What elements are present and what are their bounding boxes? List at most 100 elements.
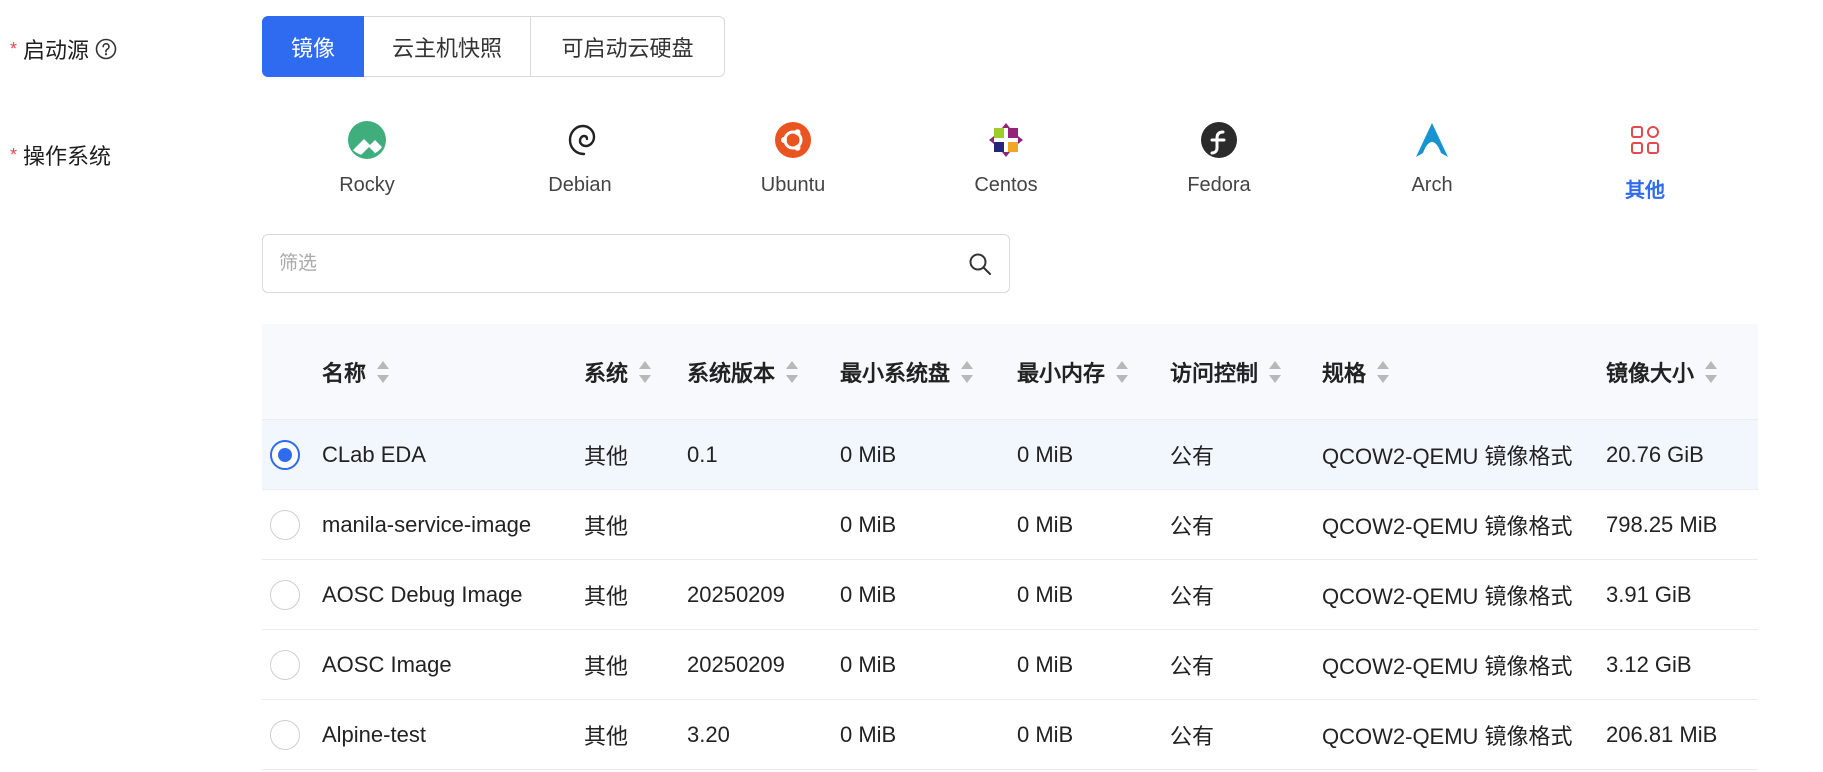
- rocky-logo-icon: [345, 118, 389, 162]
- cell-min-memory: 0 MiB: [1017, 512, 1074, 537]
- cell-min-memory: 0 MiB: [1017, 442, 1074, 467]
- cell-size: 206.81 MiB: [1606, 722, 1718, 747]
- cell-format: QCOW2-QEMU 镜像格式: [1322, 444, 1573, 469]
- cell-access: 公有: [1170, 444, 1215, 469]
- column-header-access[interactable]: 访问控制: [1170, 324, 1282, 420]
- sort-icon[interactable]: [1115, 359, 1129, 385]
- column-header-min-memory[interactable]: 最小内存: [1017, 324, 1129, 420]
- cell-format: QCOW2-QEMU 镜像格式: [1322, 654, 1573, 679]
- os-item-rocky[interactable]: Rocky: [287, 118, 447, 197]
- os-name: 其他: [1625, 180, 1665, 202]
- arch-logo-icon: [1410, 118, 1454, 162]
- os-item-centos[interactable]: Centos: [926, 118, 1086, 197]
- ubuntu-logo-icon: [771, 118, 815, 162]
- cell-access: 公有: [1170, 584, 1215, 609]
- os-name: Fedora: [1187, 174, 1251, 196]
- cell-version: 3.20: [687, 722, 730, 747]
- os-label: * 操作系统: [10, 139, 111, 171]
- cell-format: QCOW2-QEMU 镜像格式: [1322, 584, 1573, 609]
- cell-format: QCOW2-QEMU 镜像格式: [1322, 724, 1573, 749]
- row-radio[interactable]: [270, 650, 300, 680]
- cell-access: 公有: [1170, 654, 1215, 679]
- cell-min-disk: 0 MiB: [840, 512, 897, 537]
- sort-icon[interactable]: [960, 359, 974, 385]
- column-header-name[interactable]: 名称: [322, 324, 390, 420]
- apps-grid-icon: [1623, 118, 1667, 162]
- os-name: Debian: [548, 174, 612, 196]
- cell-name: manila-service-image: [322, 512, 532, 537]
- cell-system: 其他: [584, 444, 629, 469]
- question-circle-icon[interactable]: [95, 38, 117, 60]
- fedora-logo-icon: [1197, 118, 1241, 162]
- cell-version: 20250209: [687, 582, 785, 607]
- os-name: Centos: [974, 174, 1038, 196]
- column-header-version[interactable]: 系统版本: [687, 324, 799, 420]
- centos-logo-icon: [984, 118, 1028, 162]
- os-item-other[interactable]: 其他: [1565, 118, 1725, 203]
- search-icon[interactable]: [967, 251, 993, 277]
- boot-source-snapshot-button[interactable]: 云主机快照: [364, 16, 531, 77]
- os-item-fedora[interactable]: Fedora: [1139, 118, 1299, 197]
- table-row[interactable]: CLab EDA 其他 0.1 0 MiB 0 MiB 公有 QCOW2-QEM…: [262, 420, 1758, 490]
- cell-min-memory: 0 MiB: [1017, 652, 1074, 677]
- cell-name: AOSC Image: [322, 652, 452, 677]
- cell-access: 公有: [1170, 514, 1215, 539]
- row-radio[interactable]: [270, 720, 300, 750]
- sort-icon[interactable]: [785, 359, 799, 385]
- cell-min-disk: 0 MiB: [840, 442, 897, 467]
- boot-source-label: * 启动源: [10, 33, 117, 65]
- os-item-arch[interactable]: Arch: [1352, 118, 1512, 197]
- boot-source-image-button[interactable]: 镜像: [262, 16, 364, 77]
- boot-source-label-text: 启动源: [23, 38, 90, 63]
- table-row[interactable]: AOSC Image 其他 20250209 0 MiB 0 MiB 公有 QC…: [262, 630, 1758, 700]
- column-header-system[interactable]: 系统: [584, 324, 652, 420]
- sort-icon[interactable]: [1268, 359, 1282, 385]
- os-name: Arch: [1411, 174, 1453, 196]
- cell-access: 公有: [1170, 724, 1215, 749]
- row-radio[interactable]: [270, 440, 300, 470]
- sort-icon[interactable]: [376, 359, 390, 385]
- cell-system: 其他: [584, 654, 629, 679]
- table-row[interactable]: Alpine-test 其他 3.20 0 MiB 0 MiB 公有 QCOW2…: [262, 700, 1758, 770]
- boot-source-volume-button[interactable]: 可启动云硬盘: [531, 16, 725, 77]
- table-header: 名称 系统 系统版本 最小系统盘 最小内存 访问控制 规格 镜像大小: [262, 324, 1758, 420]
- cell-size: 3.91 GiB: [1606, 582, 1692, 607]
- sort-icon[interactable]: [638, 359, 652, 385]
- cell-version: 20250209: [687, 652, 785, 677]
- column-header-min-disk[interactable]: 最小系统盘: [840, 324, 974, 420]
- table-row[interactable]: AOSC Debug Image 其他 20250209 0 MiB 0 MiB…: [262, 560, 1758, 630]
- cell-size: 798.25 MiB: [1606, 512, 1718, 537]
- column-header-size[interactable]: 镜像大小: [1606, 324, 1718, 420]
- os-name: Ubuntu: [760, 174, 826, 196]
- os-name: Rocky: [339, 174, 395, 196]
- os-item-ubuntu[interactable]: Ubuntu: [713, 118, 873, 197]
- cell-name: AOSC Debug Image: [322, 582, 523, 607]
- cell-system: 其他: [584, 514, 629, 539]
- filter-box: [262, 234, 1010, 293]
- required-mark: *: [10, 144, 18, 165]
- boot-source-selector: 镜像 云主机快照 可启动云硬盘: [262, 16, 725, 77]
- cell-system: 其他: [584, 724, 629, 749]
- cell-min-disk: 0 MiB: [840, 582, 897, 607]
- cell-size: 3.12 GiB: [1606, 652, 1692, 677]
- cell-min-disk: 0 MiB: [840, 722, 897, 747]
- cell-min-memory: 0 MiB: [1017, 582, 1074, 607]
- filter-input[interactable]: [263, 235, 967, 292]
- sort-icon[interactable]: [1376, 359, 1390, 385]
- cell-min-disk: 0 MiB: [840, 652, 897, 677]
- os-label-text: 操作系统: [23, 144, 112, 169]
- table-row[interactable]: manila-service-image 其他 0 MiB 0 MiB 公有 Q…: [262, 490, 1758, 560]
- cell-min-memory: 0 MiB: [1017, 722, 1074, 747]
- cell-version: 0.1: [687, 442, 718, 467]
- debian-logo-icon: [558, 118, 602, 162]
- cell-name: Alpine-test: [322, 722, 426, 747]
- row-radio[interactable]: [270, 510, 300, 540]
- column-header-format[interactable]: 规格: [1322, 324, 1390, 420]
- os-item-debian[interactable]: Debian: [500, 118, 660, 197]
- image-table: 名称 系统 系统版本 最小系统盘 最小内存 访问控制 规格 镜像大小 CLab …: [262, 324, 1758, 770]
- cell-system: 其他: [584, 584, 629, 609]
- cell-format: QCOW2-QEMU 镜像格式: [1322, 514, 1573, 539]
- row-radio[interactable]: [270, 580, 300, 610]
- sort-icon[interactable]: [1704, 359, 1718, 385]
- cell-size: 20.76 GiB: [1606, 442, 1704, 467]
